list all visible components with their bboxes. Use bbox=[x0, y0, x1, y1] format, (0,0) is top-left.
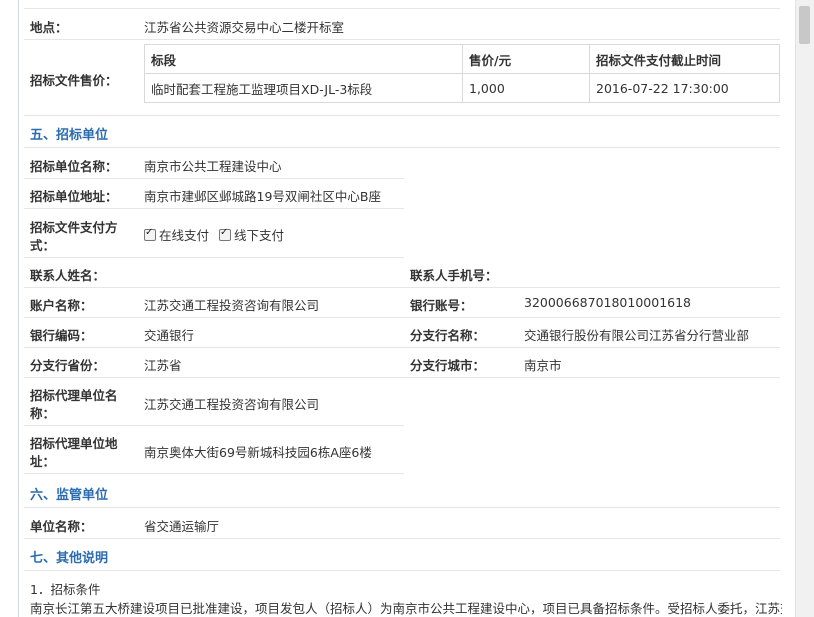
branch-location-row: 分支行省份： 江苏省 分支行城市： 南京市 bbox=[24, 347, 780, 378]
branch-city-value: 南京市 bbox=[524, 358, 562, 373]
fee-header-price: 售价/元 bbox=[462, 44, 590, 74]
bank-code-label: 银行编码： bbox=[30, 328, 93, 343]
fee-table: 标段 售价/元 招标文件支付截止时间 临时配套工程施工监理项目XD-JL-3标段… bbox=[144, 44, 780, 103]
branch-name-label: 分支行名称： bbox=[410, 328, 486, 343]
account-row: 账户名称： 江苏交通工程投资咨询有限公司 银行账号： 3200066870180… bbox=[24, 287, 780, 318]
branch-province-value: 江苏省 bbox=[144, 358, 182, 373]
section5-title: 五、招标单位 bbox=[30, 128, 109, 143]
bank-account-value: 32000668701801000161­8 bbox=[524, 295, 692, 310]
unit-address-value: 南京市建邺区邺城路19号双闸社区中心B座 bbox=[144, 189, 381, 204]
agent-address-value: 南京奥体大街69号新城科技园6栋A座6楼 bbox=[144, 445, 372, 460]
supervisor-row: 单位名称： 省交通运输厅 bbox=[24, 508, 780, 539]
payment-row: 招标文件支付方 式： 在线支付 线下支付 bbox=[24, 208, 404, 258]
bank-code-row: 银行编码： 交通银行 分支行名称： 交通银行股份有限公司江苏省分行营业部 bbox=[24, 317, 780, 348]
payment-label-line2: 式： bbox=[30, 238, 56, 253]
online-label: 在线支付 bbox=[159, 228, 210, 243]
fee-label: 招标文件售价： bbox=[30, 73, 118, 88]
unit-name-label: 招标单位名称： bbox=[30, 159, 118, 174]
branch-name-value: 交通银行股份有限公司江苏省分行营业部 bbox=[524, 328, 750, 343]
section7-item1: 1．招标条件 bbox=[30, 582, 101, 597]
agent-address-label-line1: 招标代理单位地 bbox=[30, 436, 118, 451]
branch-city-label: 分支行城市： bbox=[410, 358, 486, 373]
agent-name-label-line1: 招标代理单位名 bbox=[30, 388, 118, 403]
unit-address-row: 招标单位地址： 南京市建邺区邺城路19号双闸社区中心B座 bbox=[24, 178, 404, 209]
fee-cell-price: 1,000 bbox=[462, 73, 590, 103]
supervisor-name-label: 单位名称： bbox=[30, 519, 93, 534]
fee-cell-section: 临时配套工程施工监理项目XD-JL-3标段 bbox=[144, 73, 463, 103]
agent-address-label-line2: 址： bbox=[30, 454, 56, 469]
online-checkbox[interactable] bbox=[144, 227, 156, 241]
offline-checkbox[interactable] bbox=[219, 227, 231, 241]
agent-name-row: 招标代理单位名 称： 江苏交通工程投资咨询有限公司 bbox=[24, 377, 404, 426]
bank-code-value: 交通银行 bbox=[144, 328, 195, 343]
contact-row: 联系人姓名： 联系人手机号： bbox=[24, 257, 780, 288]
contact-phone-label: 联系人手机号： bbox=[410, 268, 498, 283]
section7-paragraph: 南京长江第五大桥建设项目已批准建设，项目发包人（招标人）为南京市公共工程建设中心… bbox=[30, 601, 782, 616]
account-name-label: 账户名称： bbox=[30, 298, 93, 313]
vertical-scrollbar[interactable] bbox=[795, 0, 814, 617]
unit-name-row: 招标单位名称： 南京市公共工程建设中心 bbox=[24, 148, 404, 179]
unit-address-label: 招标单位地址： bbox=[30, 189, 118, 204]
payment-options: 在线支付 线下支付 bbox=[144, 225, 284, 244]
agent-name-value: 江苏交通工程投资咨询有限公司 bbox=[144, 397, 320, 412]
scrollbar-thumb[interactable] bbox=[799, 6, 810, 44]
account-name-value: 江苏交通工程投资咨询有限公司 bbox=[144, 298, 320, 313]
branch-province-label: 分支行省份： bbox=[30, 358, 106, 373]
location-label: 地点： bbox=[30, 20, 68, 35]
fee-cell-deadline: 2016-07-22 17:30:00 bbox=[589, 73, 780, 103]
fee-table-header: 标段 售价/元 招标文件支付截止时间 bbox=[144, 44, 780, 74]
offline-label: 线下支付 bbox=[234, 228, 285, 243]
payment-label-line1: 招标文件支付方 bbox=[30, 220, 118, 235]
unit-name-value: 南京市公共工程建设中心 bbox=[144, 159, 282, 174]
section7-title-divider bbox=[24, 570, 780, 571]
supervisor-name-value: 省交通运输厅 bbox=[144, 519, 220, 534]
contact-name-label: 联系人姓名： bbox=[30, 268, 106, 283]
fee-header-section: 标段 bbox=[144, 44, 463, 74]
agent-name-label-line2: 称： bbox=[30, 406, 56, 421]
section6-title: 六、监管单位 bbox=[30, 488, 109, 503]
section7-title: 七、其他说明 bbox=[30, 551, 109, 566]
location-row: 地点： 江苏省公共资源交易中心二楼开标室 bbox=[24, 9, 780, 40]
bank-account-label: 银行账号： bbox=[410, 298, 473, 313]
location-value: 江苏省公共资源交易中心二楼开标室 bbox=[144, 20, 345, 35]
table-row: 临时配套工程施工监理项目XD-JL-3标段 1,000 2016-07-22 1… bbox=[144, 73, 780, 103]
agent-address-row: 招标代理单位地 址： 南京奥体大街69号新城科技园6栋A座6楼 bbox=[24, 425, 404, 474]
fee-header-deadline: 招标文件支付截止时间 bbox=[589, 44, 780, 74]
